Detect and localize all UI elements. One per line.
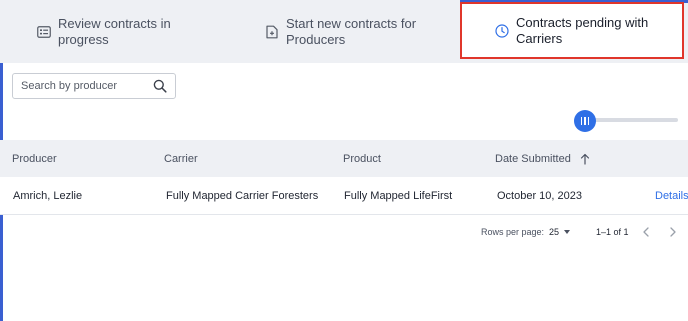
column-header-producer[interactable]: Producer bbox=[12, 140, 57, 177]
list-card-icon bbox=[36, 24, 52, 40]
cell-carrier: Fully Mapped Carrier Foresters bbox=[166, 189, 319, 202]
caret-down-icon bbox=[564, 230, 571, 234]
search-icon[interactable] bbox=[153, 79, 167, 93]
details-link[interactable]: Details bbox=[655, 177, 688, 214]
column-header-date-label: Date Submitted bbox=[495, 152, 571, 165]
sort-arrow-up-icon[interactable] bbox=[580, 153, 590, 165]
chevron-left-icon bbox=[643, 227, 649, 237]
column-header-product[interactable]: Product bbox=[343, 140, 381, 177]
search-box[interactable] bbox=[12, 73, 176, 99]
table-header: Producer Carrier Product Date Submitted bbox=[0, 140, 688, 177]
cell-product: Fully Mapped LifeFirst bbox=[344, 189, 453, 202]
cell-producer: Amrich, Lezlie bbox=[13, 189, 83, 202]
rows-per-page-value: 25 bbox=[549, 227, 560, 237]
cell-date-submitted: October 10, 2023 bbox=[497, 189, 583, 202]
previous-page-button[interactable] bbox=[642, 222, 650, 242]
chevron-right-icon bbox=[670, 227, 676, 237]
new-document-icon bbox=[264, 24, 280, 40]
clock-icon bbox=[494, 23, 510, 39]
search-input[interactable] bbox=[21, 78, 141, 94]
tab-start-new-contracts-label: Start new contracts for Producers bbox=[286, 15, 417, 47]
rows-per-page-select[interactable]: 25 bbox=[549, 222, 571, 242]
tab-contracts-pending-label: Contracts pending with Carriers bbox=[516, 14, 649, 46]
tab-start-new-contracts[interactable]: Start new contracts for Producers bbox=[264, 0, 454, 63]
table-row: Amrich, Lezlie Fully Mapped Carrier Fore… bbox=[0, 177, 688, 215]
tab-contracts-pending[interactable]: Contracts pending with Carriers bbox=[460, 2, 684, 59]
tab-review-contracts[interactable]: Review contracts in progress bbox=[36, 0, 226, 63]
next-page-button[interactable] bbox=[669, 222, 677, 242]
rows-per-page-label: Rows per page: bbox=[481, 227, 545, 237]
slider-track[interactable] bbox=[584, 118, 678, 122]
column-header-date-submitted[interactable]: Date Submitted bbox=[495, 140, 590, 177]
slider-thumb[interactable] bbox=[574, 110, 596, 132]
pagination-range: 1–1 of 1 bbox=[596, 227, 629, 237]
tab-review-contracts-label: Review contracts in progress bbox=[58, 15, 171, 47]
column-header-carrier[interactable]: Carrier bbox=[164, 140, 198, 177]
